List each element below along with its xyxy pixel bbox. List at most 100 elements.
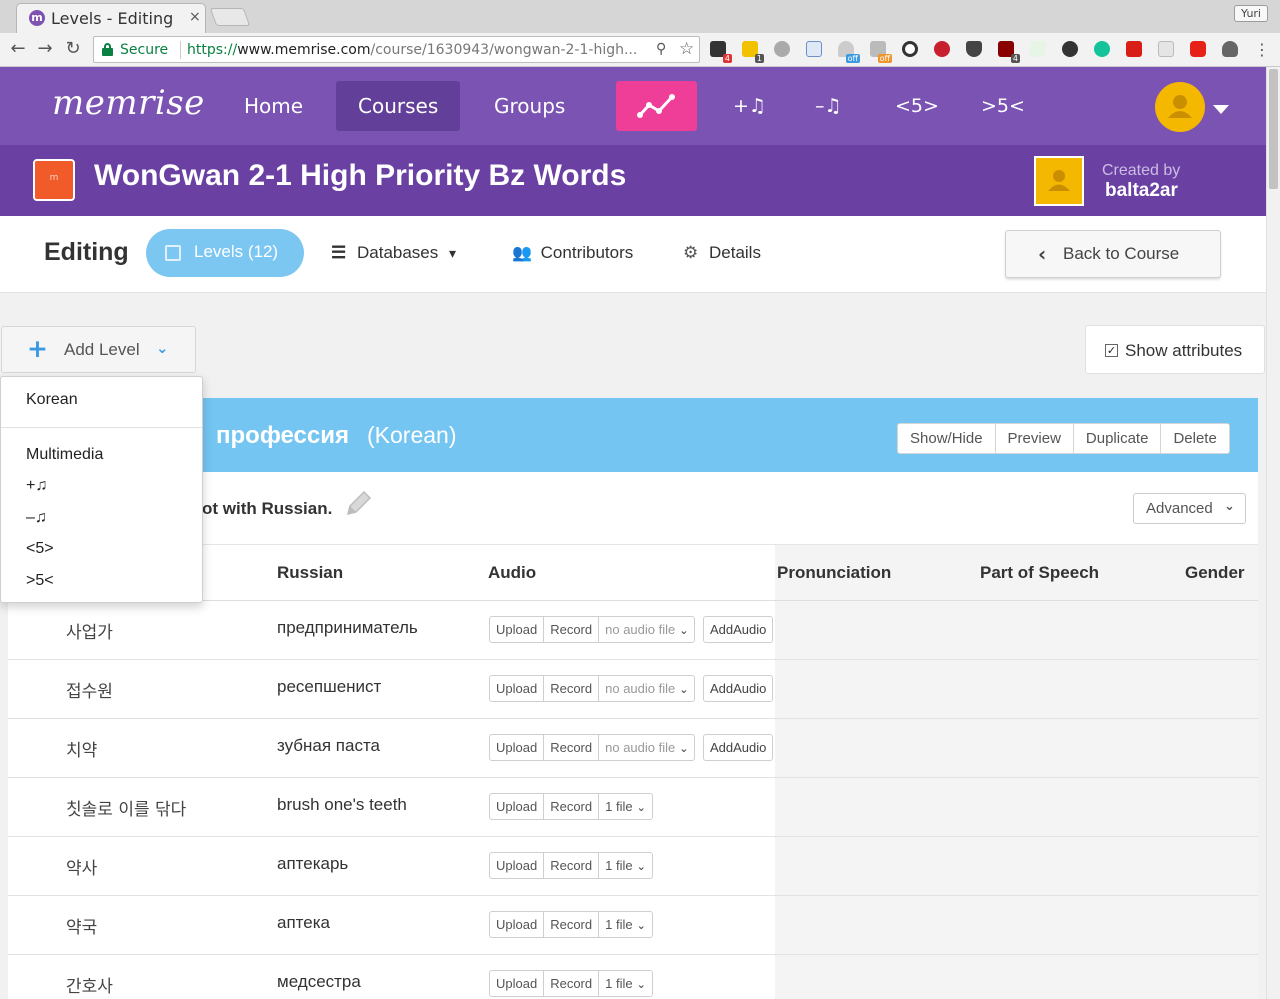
extension-icon[interactable]: [806, 41, 822, 57]
extension-icon[interactable]: 1: [742, 41, 764, 63]
menu-item-add-audio[interactable]: +♫: [26, 477, 47, 495]
record-button[interactable]: Record: [544, 853, 600, 878]
menu-item-remove-audio[interactable]: –♫: [26, 509, 47, 527]
tab-close-icon[interactable]: ×: [189, 9, 201, 25]
audio-file-select[interactable]: 1 file ⌄: [599, 971, 652, 996]
creator-avatar[interactable]: [1034, 156, 1084, 206]
level-title[interactable]: профессия: [216, 422, 349, 450]
browser-menu-icon[interactable]: ⋮: [1254, 40, 1270, 59]
record-button[interactable]: Record: [544, 912, 600, 937]
audio-file-select[interactable]: no audio file ⌄: [599, 617, 694, 642]
page-scrollbar[interactable]: [1266, 67, 1280, 999]
url-text[interactable]: https://www.memrise.com/course/1630943/w…: [187, 42, 643, 58]
forward-arrow-icon[interactable]: →: [33, 37, 57, 61]
audio-file-select[interactable]: 1 file ⌄: [599, 794, 652, 819]
memrise-logo[interactable]: memrise: [52, 83, 205, 123]
menu-item-multimedia[interactable]: Multimedia: [26, 446, 103, 464]
column-header-russian[interactable]: Russian: [277, 563, 343, 583]
nav-expand[interactable]: <5>: [895, 81, 939, 131]
extension-icon[interactable]: off: [870, 41, 892, 63]
nav-groups[interactable]: Groups: [472, 81, 587, 131]
scrollbar-thumb[interactable]: [1269, 69, 1278, 189]
advanced-button[interactable]: Advanced ⌄: [1133, 493, 1246, 524]
upload-button[interactable]: Upload: [490, 912, 545, 937]
course-title[interactable]: WonGwan 2-1 High Priority Bz Words: [94, 159, 626, 193]
duplicate-button[interactable]: Duplicate: [1074, 424, 1162, 453]
nav-collapse[interactable]: >5<: [981, 81, 1025, 131]
add-level-button[interactable]: + Add Level ⌄: [1, 326, 196, 373]
show-attributes-checkbox[interactable]: ✓: [1105, 344, 1118, 357]
extension-icon[interactable]: [902, 41, 918, 57]
user-menu-caret-icon[interactable]: [1213, 105, 1229, 114]
tab-details[interactable]: ⚙ Details: [683, 243, 761, 263]
preview-button[interactable]: Preview: [996, 424, 1074, 453]
upload-button[interactable]: Upload: [490, 794, 545, 819]
tab-levels[interactable]: Levels (12): [146, 229, 304, 277]
audio-file-select[interactable]: 1 file ⌄: [599, 853, 652, 878]
add-audio-button[interactable]: AddAudio: [703, 616, 774, 643]
extension-icon[interactable]: off: [838, 41, 860, 63]
upload-button[interactable]: Upload: [490, 971, 545, 996]
show-hide-button[interactable]: Show/Hide: [898, 424, 996, 453]
upload-button[interactable]: Upload: [490, 617, 545, 642]
add-audio-button[interactable]: AddAudio: [703, 675, 774, 702]
extension-icon[interactable]: 4: [710, 41, 732, 63]
back-to-course-button[interactable]: ‹ Back to Course: [1005, 230, 1221, 278]
menu-item-expand[interactable]: <5>: [26, 540, 54, 558]
column-header-audio[interactable]: Audio: [488, 563, 536, 583]
stats-button[interactable]: [616, 81, 697, 131]
extension-icon[interactable]: [774, 41, 790, 57]
extension-icon[interactable]: [1030, 41, 1046, 57]
korean-cell[interactable]: 사업가: [66, 618, 113, 643]
course-icon[interactable]: m: [33, 159, 75, 201]
korean-cell[interactable]: 칫솔로 이를 닦다: [66, 795, 186, 820]
menu-item-korean[interactable]: Korean: [26, 391, 78, 409]
russian-cell[interactable]: зубная паста: [277, 736, 380, 756]
korean-cell[interactable]: 치약: [66, 736, 97, 761]
binoculars-icon[interactable]: [1062, 41, 1078, 57]
new-tab-button[interactable]: [209, 8, 251, 26]
nav-add-audio[interactable]: +♫: [733, 81, 766, 131]
russian-cell[interactable]: аптекарь: [277, 854, 348, 874]
russian-cell[interactable]: ресепшенист: [277, 677, 381, 697]
browser-tab[interactable]: m Levels - Editing ×: [16, 3, 206, 33]
record-button[interactable]: Record: [544, 971, 600, 996]
upload-button[interactable]: Upload: [490, 735, 545, 760]
bookmark-star-icon[interactable]: ☆: [679, 39, 694, 59]
column-header-gender[interactable]: Gender: [1185, 563, 1245, 583]
korean-cell[interactable]: 약사: [66, 854, 97, 879]
creator-name[interactable]: balta2ar: [1105, 180, 1178, 202]
add-audio-button[interactable]: AddAudio: [703, 734, 774, 761]
russian-cell[interactable]: brush one's teeth: [277, 795, 407, 815]
extension-icon[interactable]: [934, 41, 950, 57]
extension-icon[interactable]: [1158, 41, 1174, 57]
korean-cell[interactable]: 접수원: [66, 677, 113, 702]
column-header-part-of-speech[interactable]: Part of Speech: [980, 563, 1099, 583]
record-button[interactable]: Record: [544, 676, 600, 701]
avatar[interactable]: [1155, 82, 1205, 132]
column-header-pronunciation[interactable]: Pronunciation: [777, 563, 891, 583]
russian-cell[interactable]: аптека: [277, 913, 330, 933]
pocket-icon[interactable]: [966, 41, 982, 57]
korean-cell[interactable]: 간호사: [66, 972, 113, 997]
korean-cell[interactable]: 약국: [66, 913, 97, 938]
russian-cell[interactable]: медсестра: [277, 972, 361, 992]
audio-file-select[interactable]: 1 file ⌄: [599, 912, 652, 937]
grammarly-icon[interactable]: [1094, 41, 1110, 57]
ublock-icon[interactable]: 4: [998, 41, 1020, 63]
delete-button[interactable]: Delete: [1161, 424, 1228, 453]
nav-courses[interactable]: Courses: [336, 81, 461, 131]
show-attributes-toggle[interactable]: ✓ Show attributes: [1085, 325, 1265, 374]
upload-button[interactable]: Upload: [490, 676, 545, 701]
nav-remove-audio[interactable]: –♫: [815, 81, 842, 131]
record-button[interactable]: Record: [544, 735, 600, 760]
audio-file-select[interactable]: no audio file ⌄: [599, 735, 694, 760]
back-arrow-icon[interactable]: ←: [6, 37, 30, 61]
menu-item-collapse[interactable]: >5<: [26, 572, 54, 590]
record-button[interactable]: Record: [544, 794, 600, 819]
tab-contributors[interactable]: 👥 Contributors: [512, 243, 633, 263]
audio-file-select[interactable]: no audio file ⌄: [599, 676, 694, 701]
pencil-icon[interactable]: [340, 486, 376, 522]
record-button[interactable]: Record: [544, 617, 600, 642]
upload-button[interactable]: Upload: [490, 853, 545, 878]
